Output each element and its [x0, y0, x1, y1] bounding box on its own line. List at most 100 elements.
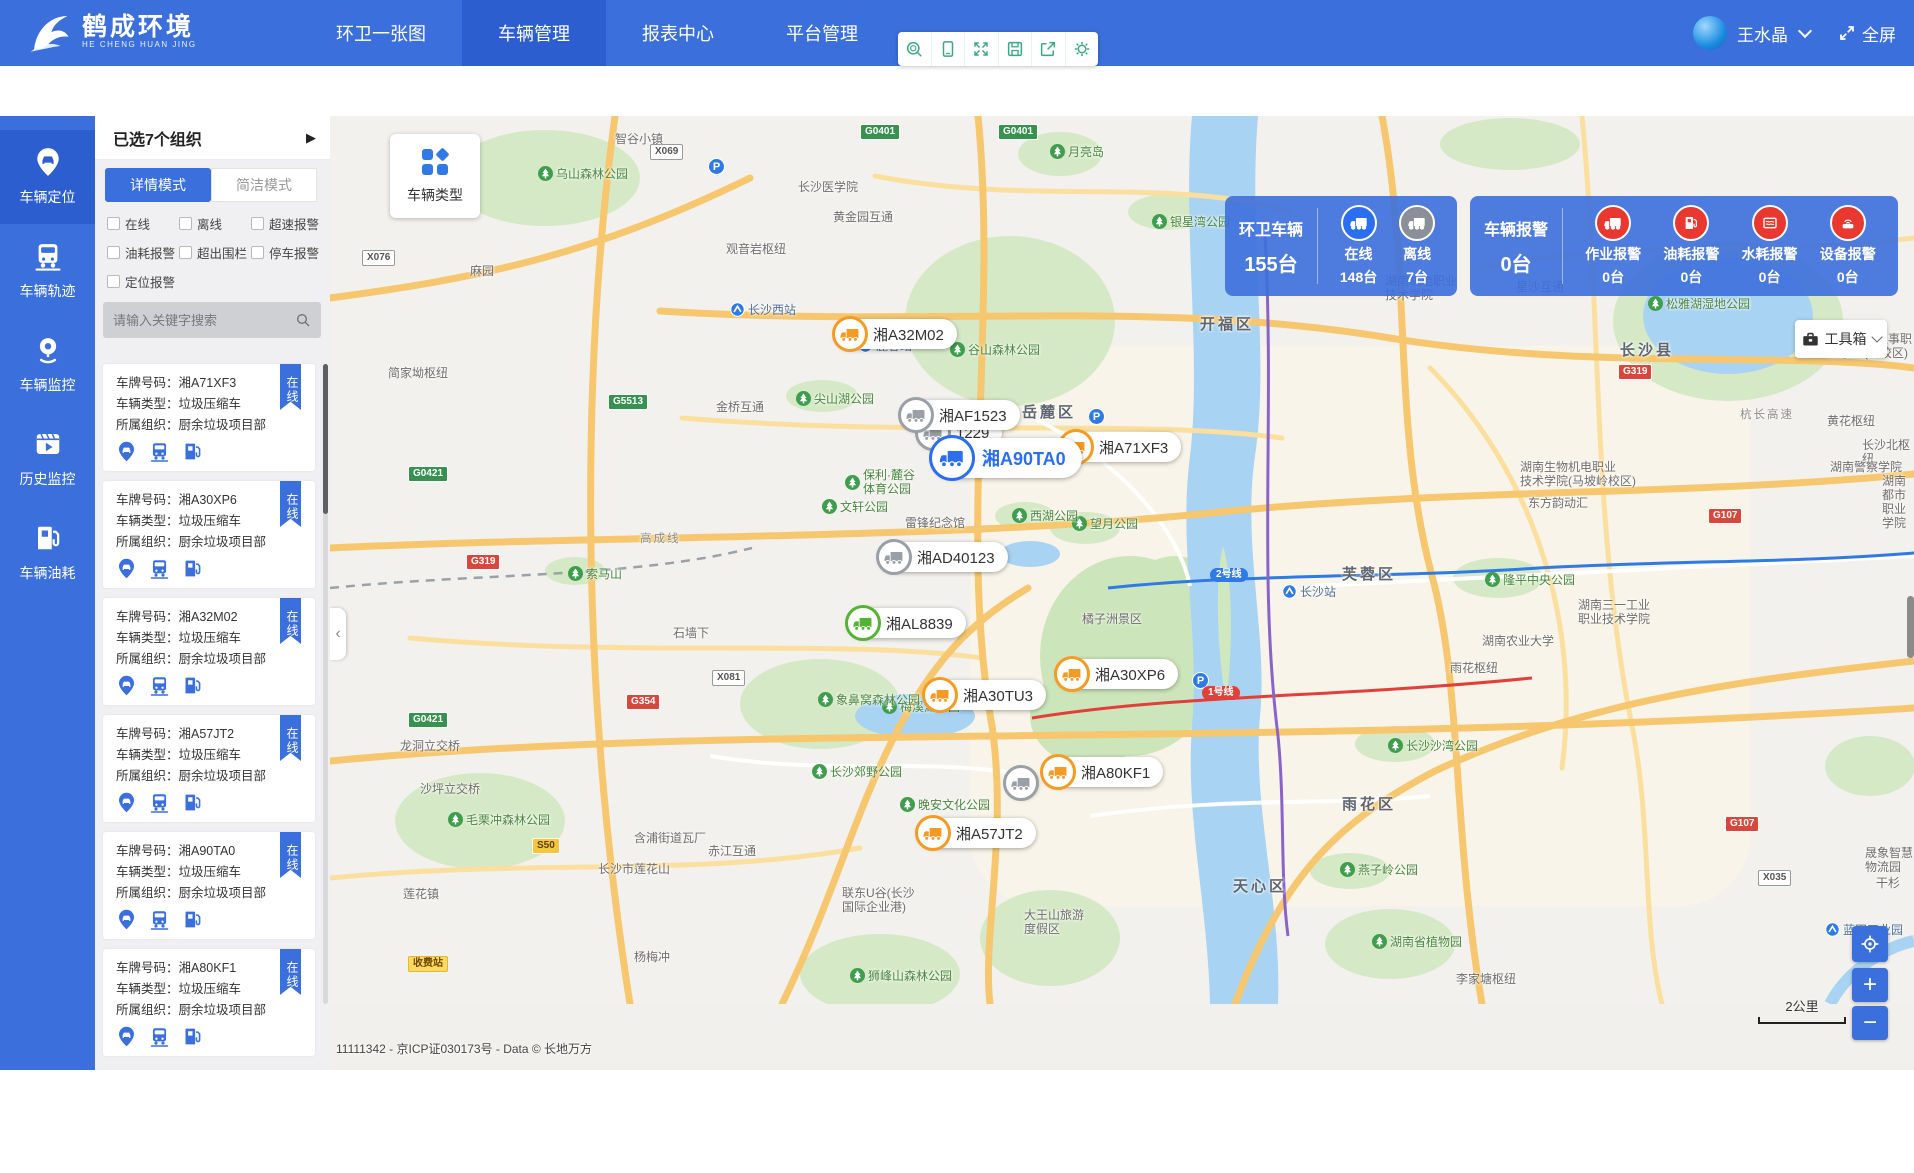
map-label: 雨花枢纽	[1450, 661, 1498, 675]
map-label: 西湖公园	[1012, 508, 1078, 523]
locate-button[interactable]	[1852, 926, 1888, 962]
map-label: 沙坪立交桥	[420, 782, 480, 796]
filter-checkbox-2[interactable]: 超速报警	[251, 214, 321, 233]
sidebar-item-1[interactable]: 车辆轨迹	[0, 224, 95, 318]
fuel-vehicle-icon[interactable]	[182, 675, 203, 701]
map-label: 湖南警察学院	[1830, 460, 1902, 474]
save-icon[interactable]	[999, 32, 1033, 66]
vehicle-marker-湘A30XP6[interactable]: 湘A30XP6	[1057, 659, 1178, 689]
nav-item-3[interactable]: 平台管理	[750, 0, 894, 66]
track-vehicle-icon[interactable]	[149, 675, 170, 701]
sidebar-item-2[interactable]: 车辆监控	[0, 318, 95, 412]
user-name[interactable]: 王水晶	[1737, 21, 1788, 46]
filter-checkbox-0[interactable]: 在线	[107, 214, 179, 233]
page-scrollbar[interactable]	[1907, 596, 1914, 658]
road-badge-G0401: G0401	[998, 124, 1038, 140]
locate-vehicle-icon[interactable]	[116, 675, 137, 701]
nav-item-1[interactable]: 车辆管理	[462, 0, 606, 66]
sidebar-item-label: 历史监控	[20, 469, 76, 489]
checkbox-icon[interactable]	[251, 246, 264, 259]
filter-checkbox-5[interactable]: 停车报警	[251, 243, 321, 262]
fuel-vehicle-icon[interactable]	[182, 909, 203, 935]
map-label: 松雅湖湿地公园	[1648, 296, 1750, 311]
user-avatar[interactable]	[1693, 16, 1727, 50]
vehicle-marker-湘AL8839[interactable]: 湘AL8839	[848, 608, 966, 638]
checkbox-icon[interactable]	[251, 217, 264, 230]
vehicle-card-湘A90TA0[interactable]: 车牌号码：湘A90TA0 车辆类型：垃圾压缩车 所属组织：厨余垃圾项目部 在线	[103, 832, 315, 939]
map-canvas[interactable]: 智谷小镇乌山森林公园长沙医学院黄金园互通月亮岛银星湾公园观音岩枢纽长沙西站麓谷站…	[330, 116, 1914, 1070]
locate-vehicle-icon[interactable]	[116, 558, 137, 584]
webcam-icon	[33, 335, 63, 368]
mobile-icon[interactable]	[932, 32, 966, 66]
expand-icon[interactable]	[965, 32, 999, 66]
track-vehicle-icon[interactable]	[149, 1026, 170, 1052]
vehicle-type-button[interactable]: 车辆类型	[390, 134, 480, 218]
sidebar-item-0[interactable]: 车辆定位	[0, 130, 95, 224]
locate-vehicle-icon[interactable]	[116, 792, 137, 818]
vehicle-card-湘A30XP6[interactable]: 车牌号码：湘A30XP6 车辆类型：垃圾压缩车 所属组织：厨余垃圾项目部 在线	[103, 481, 315, 588]
share-icon[interactable]	[1032, 32, 1066, 66]
track-vehicle-icon[interactable]	[149, 441, 170, 467]
search-icon[interactable]	[295, 312, 311, 328]
tab-mode-1[interactable]: 简洁模式	[211, 168, 317, 202]
vehicle-marker-湘A30TU3[interactable]: 湘A30TU3	[925, 680, 1046, 710]
toolbox-button[interactable]: 工具箱	[1795, 320, 1887, 358]
track-vehicle-icon[interactable]	[149, 909, 170, 935]
checkbox-icon[interactable]	[107, 217, 120, 230]
checkbox-icon[interactable]	[179, 246, 192, 259]
checkbox-icon[interactable]	[107, 275, 120, 288]
fullscreen-button[interactable]: 全屏	[1838, 21, 1896, 46]
search-input[interactable]	[113, 313, 295, 328]
fuel-vehicle-icon[interactable]	[182, 1026, 203, 1052]
chevron-down-icon[interactable]	[1798, 24, 1812, 38]
fuel-vehicle-icon[interactable]	[182, 441, 203, 467]
track-vehicle-icon[interactable]	[149, 558, 170, 584]
vehicle-marker-湘A57JT2[interactable]: 湘A57JT2	[918, 818, 1036, 848]
fuel-vehicle-icon[interactable]	[182, 792, 203, 818]
org-selector[interactable]: 已选7个组织 ▶	[95, 116, 330, 160]
truck-icon	[1054, 656, 1090, 692]
vehicle-card-湘A80KF1[interactable]: 车牌号码：湘A80KF1 车辆类型：垃圾压缩车 所属组织：厨余垃圾项目部 在线	[103, 949, 315, 1056]
marker-plate: 湘A30XP6	[1095, 664, 1165, 685]
nav-item-2[interactable]: 报表中心	[606, 0, 750, 66]
map-label: 东方韵动汇	[1528, 496, 1588, 510]
filter-checkbox-1[interactable]: 离线	[179, 214, 251, 233]
map-label: 开福区	[1200, 318, 1254, 332]
fuel-icon	[1673, 205, 1709, 241]
vehicle-marker-湘A32M02[interactable]: 湘A32M02	[835, 319, 957, 349]
vehicle-marker-hidden[interactable]	[1006, 768, 1038, 798]
fuel-vehicle-icon[interactable]	[182, 558, 203, 584]
search-box[interactable]	[103, 302, 321, 338]
zoom-in-button[interactable]: +	[1852, 968, 1888, 1002]
vehicle-card-湘A57JT2[interactable]: 车牌号码：湘A57JT2 车辆类型：垃圾压缩车 所属组织：厨余垃圾项目部 在线	[103, 715, 315, 822]
fuel-icon	[33, 523, 63, 556]
locate-vehicle-icon[interactable]	[116, 441, 137, 467]
checkbox-icon[interactable]	[107, 246, 120, 259]
locate-vehicle-icon[interactable]	[116, 1026, 137, 1052]
expand-right-icon[interactable]: ▶	[306, 130, 316, 146]
vehicle-panel: 已选7个组织 ▶ 详情模式简洁模式 在线离线超速报警油耗报警超出围栏停车报警定位…	[95, 116, 330, 1070]
vehicle-card-湘A71XF3[interactable]: 车牌号码：湘A71XF3 车辆类型：垃圾压缩车 所属组织：厨余垃圾项目部 在线	[103, 364, 315, 471]
filter-checkbox-3[interactable]: 油耗报警	[107, 243, 179, 262]
sidebar-item-4[interactable]: 车辆油耗	[0, 506, 95, 600]
gear-icon[interactable]	[1066, 32, 1099, 66]
vehicle-marker-湘A80KF1[interactable]: 湘A80KF1	[1043, 757, 1163, 787]
map-label: 长沙县	[1620, 344, 1674, 358]
vehicle-card-湘A32M02[interactable]: 车牌号码：湘A32M02 车辆类型：垃圾压缩车 所属组织：厨余垃圾项目部 在线	[103, 598, 315, 705]
locate-vehicle-icon[interactable]	[116, 909, 137, 935]
vehicle-marker-湘A90TA0[interactable]: 湘A90TA0	[932, 438, 1082, 478]
track-vehicle-icon[interactable]	[149, 792, 170, 818]
checkbox-icon[interactable]	[179, 217, 192, 230]
tab-mode-0[interactable]: 详情模式	[105, 168, 211, 202]
vehicle-marker-湘AD40123[interactable]: 湘AD40123	[879, 542, 1008, 572]
zoom-out-button[interactable]: −	[1852, 1006, 1888, 1040]
panel-collapse-handle[interactable]: ‹	[330, 608, 346, 660]
sidebar-item-3[interactable]: 历史监控	[0, 412, 95, 506]
nav-item-0[interactable]: 环卫一张图	[300, 0, 462, 66]
filter-checkbox-4[interactable]: 超出围栏	[179, 243, 251, 262]
vehicle-marker-湘AF1523[interactable]: 湘AF1523	[901, 400, 1020, 430]
filter-checkbox-6[interactable]: 定位报警	[107, 272, 179, 291]
panel-scrollbar[interactable]	[323, 364, 328, 1004]
circle-search-icon[interactable]	[898, 32, 932, 66]
map-label: 晚安文化公园	[900, 797, 990, 812]
